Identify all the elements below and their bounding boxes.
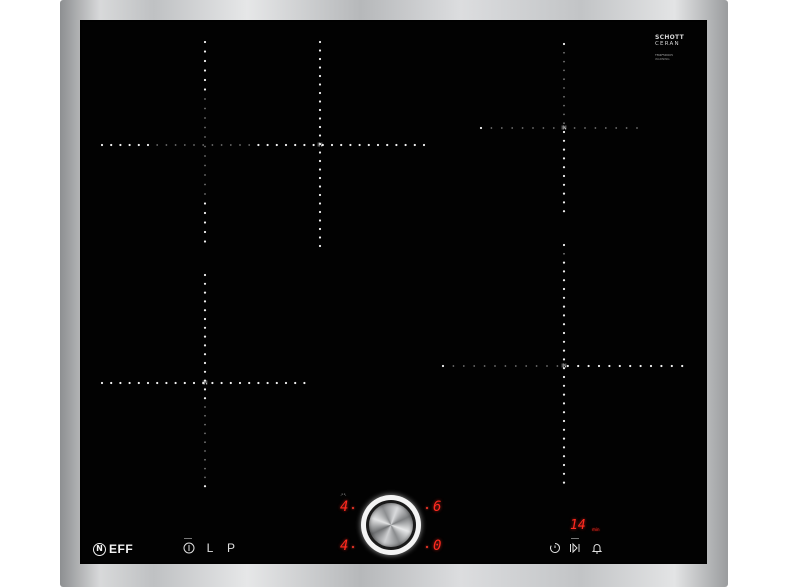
active-dot-top-left (352, 507, 354, 509)
brand-logo-word: EFF (109, 542, 134, 556)
timer-unit-label: min (592, 527, 600, 532)
level-display-bottom-right[interactable]: 0 (433, 539, 441, 553)
bell-icon (591, 544, 603, 554)
power-indicator-line (184, 538, 192, 539)
level-display-top-left[interactable]: 4 (340, 500, 348, 514)
active-dot-top-right (426, 507, 428, 509)
glass-brand-line2: CERAN (655, 41, 680, 47)
alarm-button[interactable] (590, 541, 604, 555)
level-display-bottom-left[interactable]: 4 (340, 539, 348, 553)
child-lock-button[interactable]: L (204, 540, 216, 556)
timer-icon (550, 543, 560, 553)
timer-button[interactable] (548, 541, 562, 555)
twist-pad-metal-dial (369, 503, 413, 547)
power-management-button[interactable]: P (225, 540, 237, 556)
start-indicator-line (571, 538, 579, 539)
glass-brand-line1: SCHOTT (655, 34, 684, 41)
brand-logo-mark: N (93, 542, 106, 556)
zone-indicator-top-left: ↗↖ (340, 492, 347, 497)
level-display-top-right[interactable]: 6 (433, 500, 441, 514)
start-stop-button[interactable] (568, 541, 582, 555)
active-dot-bottom-left (352, 546, 354, 548)
glass-brand-label: SCHOTT CERAN TM4F5D005 WARNING (655, 34, 695, 61)
active-dot-bottom-right (426, 546, 428, 548)
play-pause-icon (570, 542, 580, 554)
twist-pad-knob[interactable] (361, 495, 421, 555)
glass-fine-print2: WARNING (655, 57, 670, 61)
brand-logo: N EFF (93, 540, 133, 558)
power-button[interactable] (182, 541, 196, 555)
power-icon (183, 542, 195, 554)
timer-display: 14 (570, 518, 586, 533)
ceramic-glass-surface (80, 20, 707, 564)
